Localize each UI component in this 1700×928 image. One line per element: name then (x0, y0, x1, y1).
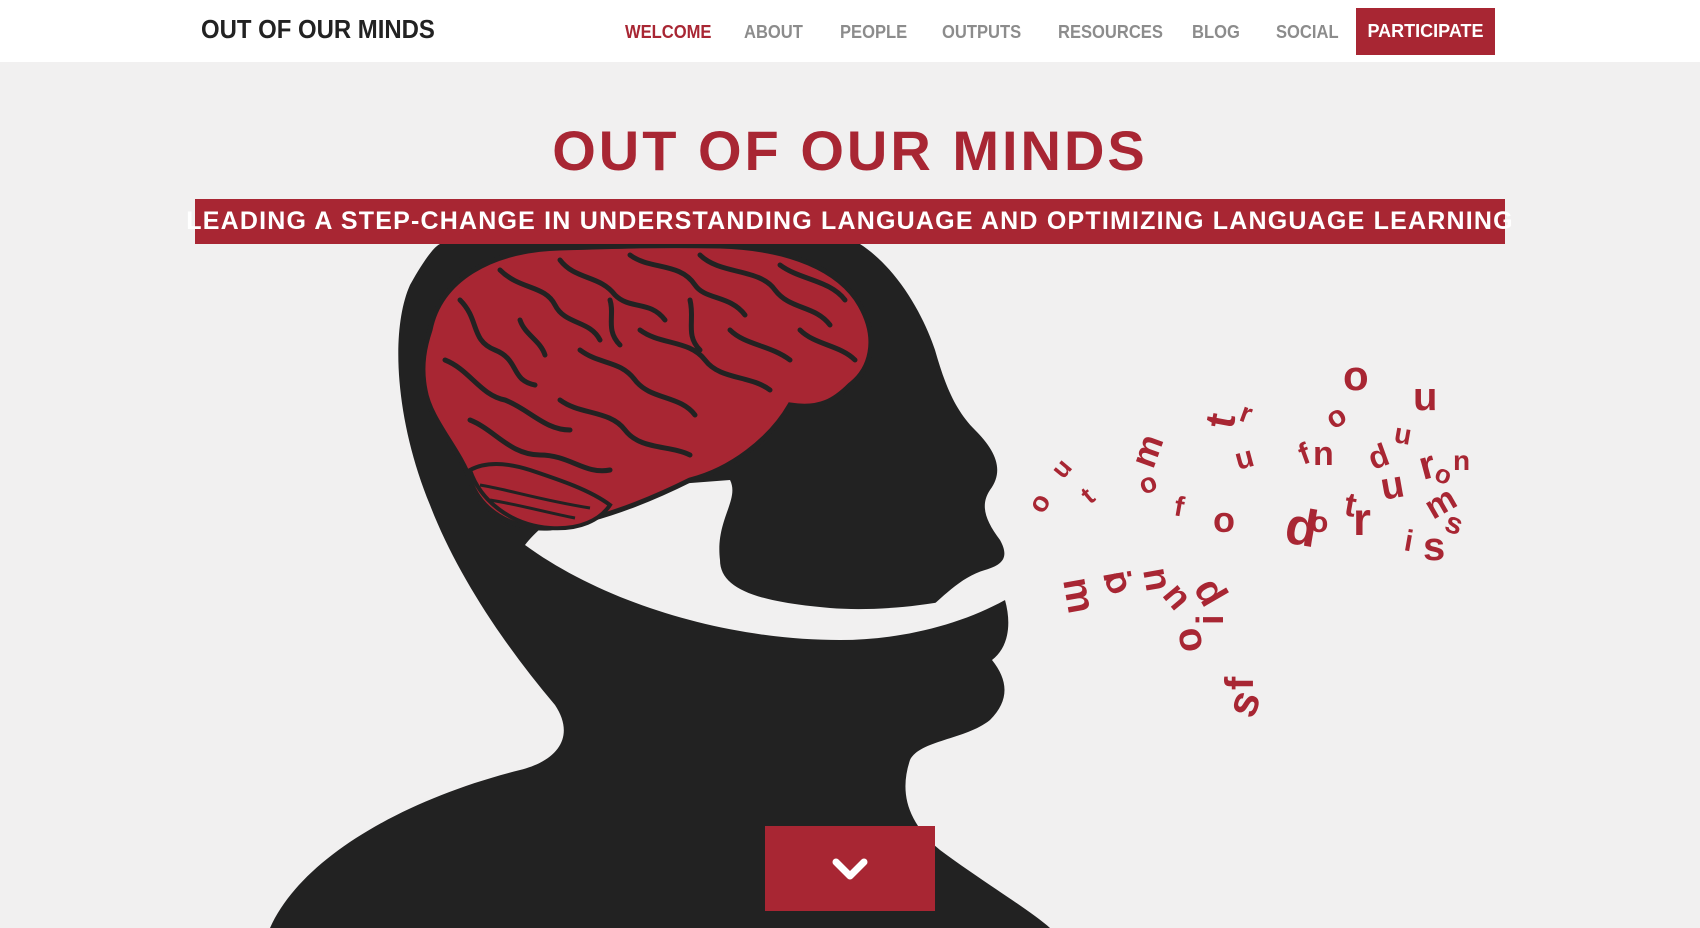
speech-letter: o (1343, 352, 1369, 399)
speech-letter: n (1453, 445, 1470, 476)
speech-letter: o (1310, 506, 1328, 539)
speech-letter: f (1218, 676, 1262, 690)
speech-letter: t (1075, 481, 1101, 510)
scroll-down-button[interactable] (765, 826, 935, 911)
hero-title: OUT OF OUR MINDS (552, 119, 1148, 182)
speech-letter: u (1392, 417, 1414, 451)
speech-letter: o (1320, 398, 1352, 436)
speech-letter: u (1413, 375, 1437, 419)
speech-letter: u (1231, 440, 1257, 477)
speech-letter: f (1172, 490, 1187, 522)
speech-letter: n (1313, 435, 1334, 473)
speech-letters: out of ourmin dso ut ofo urmind soutofour minds (1021, 352, 1470, 723)
chevron-down-icon (832, 858, 868, 879)
speech-letter: r (1353, 493, 1371, 545)
speech-letter: m (1122, 429, 1171, 473)
speech-letter: o (1213, 499, 1235, 540)
speech-letter: i (1190, 614, 1232, 625)
speech-letter: o (1021, 488, 1056, 518)
speech-letter: i (1402, 524, 1416, 558)
hero-tagline: LEADING A STEP-CHANGE IN UNDERSTANDING L… (186, 199, 1513, 244)
speech-letter: o (1164, 624, 1212, 656)
speech-letter: d (1363, 436, 1394, 477)
speech-letter: t (1196, 410, 1245, 432)
speech-letter: u (1045, 452, 1078, 483)
